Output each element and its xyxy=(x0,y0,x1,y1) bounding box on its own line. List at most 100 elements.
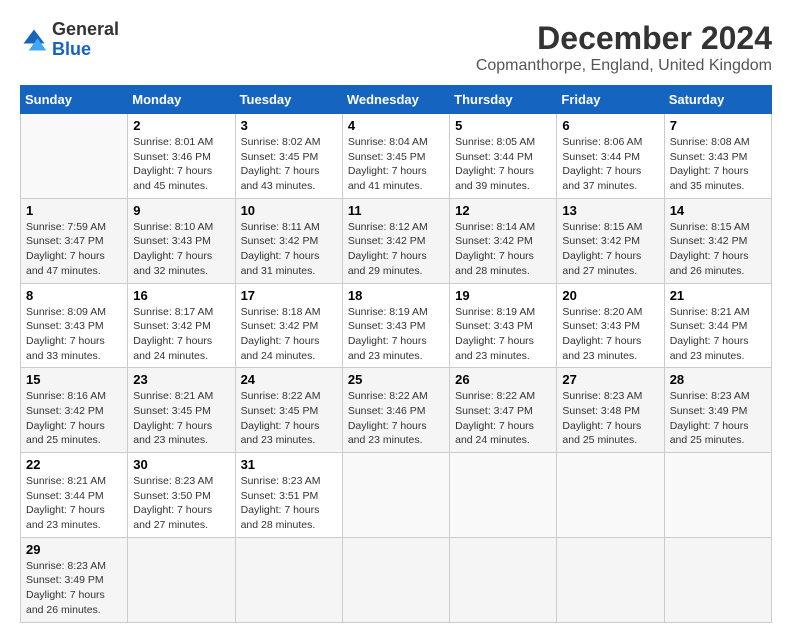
calendar-cell: 19 Sunrise: 8:19 AMSunset: 3:43 PMDayligh… xyxy=(450,283,557,368)
calendar-cell: 8 Sunrise: 8:09 AMSunset: 3:43 PMDaylight… xyxy=(21,283,128,368)
calendar-cell: 20 Sunrise: 8:20 AMSunset: 3:43 PMDayligh… xyxy=(557,283,664,368)
calendar-cell: 11 Sunrise: 8:12 AMSunset: 3:42 PMDayligh… xyxy=(342,198,449,283)
cell-info: Sunrise: 8:08 AMSunset: 3:43 PMDaylight:… xyxy=(670,135,766,194)
calendar-cell: 30 Sunrise: 8:23 AMSunset: 3:50 PMDayligh… xyxy=(128,453,235,538)
day-number: 10 xyxy=(241,203,337,218)
day-number: 17 xyxy=(241,288,337,303)
day-number: 28 xyxy=(670,372,766,387)
cell-info: Sunrise: 8:23 AMSunset: 3:49 PMDaylight:… xyxy=(26,559,122,618)
day-number: 18 xyxy=(348,288,444,303)
cell-info: Sunrise: 8:16 AMSunset: 3:42 PMDaylight:… xyxy=(26,389,122,448)
cell-info: Sunrise: 8:23 AMSunset: 3:48 PMDaylight:… xyxy=(562,389,658,448)
cell-info: Sunrise: 8:17 AMSunset: 3:42 PMDaylight:… xyxy=(133,305,229,364)
calendar-cell: 4 Sunrise: 8:04 AMSunset: 3:45 PMDaylight… xyxy=(342,114,449,199)
cell-info: Sunrise: 8:15 AMSunset: 3:42 PMDaylight:… xyxy=(670,220,766,279)
cell-info: Sunrise: 8:23 AMSunset: 3:49 PMDaylight:… xyxy=(670,389,766,448)
cell-info: Sunrise: 8:14 AMSunset: 3:42 PMDaylight:… xyxy=(455,220,551,279)
calendar-cell: 23 Sunrise: 8:21 AMSunset: 3:45 PMDayligh… xyxy=(128,368,235,453)
calendar-cell xyxy=(450,453,557,538)
day-number: 6 xyxy=(562,118,658,133)
cell-info: Sunrise: 8:12 AMSunset: 3:42 PMDaylight:… xyxy=(348,220,444,279)
calendar-cell xyxy=(664,453,771,538)
calendar-week-row: 29 Sunrise: 8:23 AMSunset: 3:49 PMDayligh… xyxy=(21,537,772,622)
calendar-cell: 22Sunrise: 8:21 AMSunset: 3:44 PMDayligh… xyxy=(21,453,128,538)
calendar-week-row: 1 Sunrise: 7:59 AMSunset: 3:47 PMDaylight… xyxy=(21,198,772,283)
day-number: 19 xyxy=(455,288,551,303)
day-number: 1 xyxy=(26,203,122,218)
calendar-cell xyxy=(450,537,557,622)
title-block: December 2024 Copmanthorpe, England, Uni… xyxy=(476,20,772,75)
calendar-cell xyxy=(557,537,664,622)
day-header-thursday: Thursday xyxy=(450,86,557,114)
cell-info: Sunrise: 8:06 AMSunset: 3:44 PMDaylight:… xyxy=(562,135,658,194)
day-header-sunday: Sunday xyxy=(21,86,128,114)
day-header-monday: Monday xyxy=(128,86,235,114)
calendar-cell: 14 Sunrise: 8:15 AMSunset: 3:42 PMDayligh… xyxy=(664,198,771,283)
calendar-cell: 15 Sunrise: 8:16 AMSunset: 3:42 PMDayligh… xyxy=(21,368,128,453)
cell-info: Sunrise: 8:04 AMSunset: 3:45 PMDaylight:… xyxy=(348,135,444,194)
cell-info: Sunrise: 8:21 AMSunset: 3:45 PMDaylight:… xyxy=(133,389,229,448)
calendar-cell: 5 Sunrise: 8:05 AMSunset: 3:44 PMDaylight… xyxy=(450,114,557,199)
cell-info: Sunrise: 8:21 AMSunset: 3:44 PMDaylight:… xyxy=(670,305,766,364)
cell-info: Sunrise: 8:02 AMSunset: 3:45 PMDaylight:… xyxy=(241,135,337,194)
day-number: 30 xyxy=(133,457,229,472)
calendar-cell: 3Sunrise: 8:02 AMSunset: 3:45 PMDaylight… xyxy=(235,114,342,199)
day-number: 11 xyxy=(348,203,444,218)
day-number: 25 xyxy=(348,372,444,387)
logo-text: General Blue xyxy=(52,20,119,60)
day-number: 21 xyxy=(670,288,766,303)
calendar-cell: 13Sunrise: 8:15 AMSunset: 3:42 PMDayligh… xyxy=(557,198,664,283)
logo: General Blue xyxy=(20,20,119,60)
calendar-cell: 18 Sunrise: 8:19 AMSunset: 3:43 PMDayligh… xyxy=(342,283,449,368)
cell-info: Sunrise: 8:23 AMSunset: 3:51 PMDaylight:… xyxy=(241,474,337,533)
day-number: 4 xyxy=(348,118,444,133)
cell-info: Sunrise: 8:11 AMSunset: 3:42 PMDaylight:… xyxy=(241,220,337,279)
day-number: 29 xyxy=(26,542,122,557)
calendar-cell: 7 Sunrise: 8:08 AMSunset: 3:43 PMDaylight… xyxy=(664,114,771,199)
cell-info: Sunrise: 8:22 AMSunset: 3:46 PMDaylight:… xyxy=(348,389,444,448)
calendar-cell: 16 Sunrise: 8:17 AMSunset: 3:42 PMDayligh… xyxy=(128,283,235,368)
calendar-cell: 6 Sunrise: 8:06 AMSunset: 3:44 PMDaylight… xyxy=(557,114,664,199)
calendar-cell: 21 Sunrise: 8:21 AMSunset: 3:44 PMDayligh… xyxy=(664,283,771,368)
day-number: 9 xyxy=(133,203,229,218)
day-number: 16 xyxy=(133,288,229,303)
cell-info: Sunrise: 8:19 AMSunset: 3:43 PMDaylight:… xyxy=(455,305,551,364)
day-header-wednesday: Wednesday xyxy=(342,86,449,114)
cell-info: Sunrise: 8:21 AMSunset: 3:44 PMDaylight:… xyxy=(26,474,122,533)
cell-info: Sunrise: 8:18 AMSunset: 3:42 PMDaylight:… xyxy=(241,305,337,364)
day-number: 14 xyxy=(670,203,766,218)
day-number: 23 xyxy=(133,372,229,387)
calendar-cell: 12Sunrise: 8:14 AMSunset: 3:42 PMDayligh… xyxy=(450,198,557,283)
day-number: 15 xyxy=(26,372,122,387)
cell-info: Sunrise: 8:05 AMSunset: 3:44 PMDaylight:… xyxy=(455,135,551,194)
day-number: 5 xyxy=(455,118,551,133)
calendar-cell xyxy=(128,537,235,622)
day-number: 2 xyxy=(133,118,229,133)
day-header-saturday: Saturday xyxy=(664,86,771,114)
month-year: December 2024 xyxy=(476,20,772,57)
calendar-cell: 28 Sunrise: 8:23 AMSunset: 3:49 PMDayligh… xyxy=(664,368,771,453)
calendar-cell: 27Sunrise: 8:23 AMSunset: 3:48 PMDayligh… xyxy=(557,368,664,453)
calendar-cell: 1 Sunrise: 7:59 AMSunset: 3:47 PMDaylight… xyxy=(21,198,128,283)
cell-info: Sunrise: 8:09 AMSunset: 3:43 PMDaylight:… xyxy=(26,305,122,364)
cell-info: Sunrise: 8:19 AMSunset: 3:43 PMDaylight:… xyxy=(348,305,444,364)
day-number: 7 xyxy=(670,118,766,133)
day-number: 26 xyxy=(455,372,551,387)
calendar-cell: 17 Sunrise: 8:18 AMSunset: 3:42 PMDayligh… xyxy=(235,283,342,368)
calendar-cell: 24Sunrise: 8:22 AMSunset: 3:45 PMDayligh… xyxy=(235,368,342,453)
calendar-cell xyxy=(21,114,128,199)
location: Copmanthorpe, England, United Kingdom xyxy=(476,57,772,75)
day-number: 8 xyxy=(26,288,122,303)
calendar-cell xyxy=(664,537,771,622)
day-number: 13 xyxy=(562,203,658,218)
cell-info: Sunrise: 8:20 AMSunset: 3:43 PMDaylight:… xyxy=(562,305,658,364)
calendar-week-row: 2Sunrise: 8:01 AMSunset: 3:46 PMDaylight… xyxy=(21,114,772,199)
day-number: 24 xyxy=(241,372,337,387)
cell-info: Sunrise: 8:23 AMSunset: 3:50 PMDaylight:… xyxy=(133,474,229,533)
day-header-friday: Friday xyxy=(557,86,664,114)
calendar-cell: 9Sunrise: 8:10 AMSunset: 3:43 PMDaylight… xyxy=(128,198,235,283)
day-number: 20 xyxy=(562,288,658,303)
cell-info: Sunrise: 8:22 AMSunset: 3:47 PMDaylight:… xyxy=(455,389,551,448)
calendar-cell: 10 Sunrise: 8:11 AMSunset: 3:42 PMDayligh… xyxy=(235,198,342,283)
cell-info: Sunrise: 7:59 AMSunset: 3:47 PMDaylight:… xyxy=(26,220,122,279)
